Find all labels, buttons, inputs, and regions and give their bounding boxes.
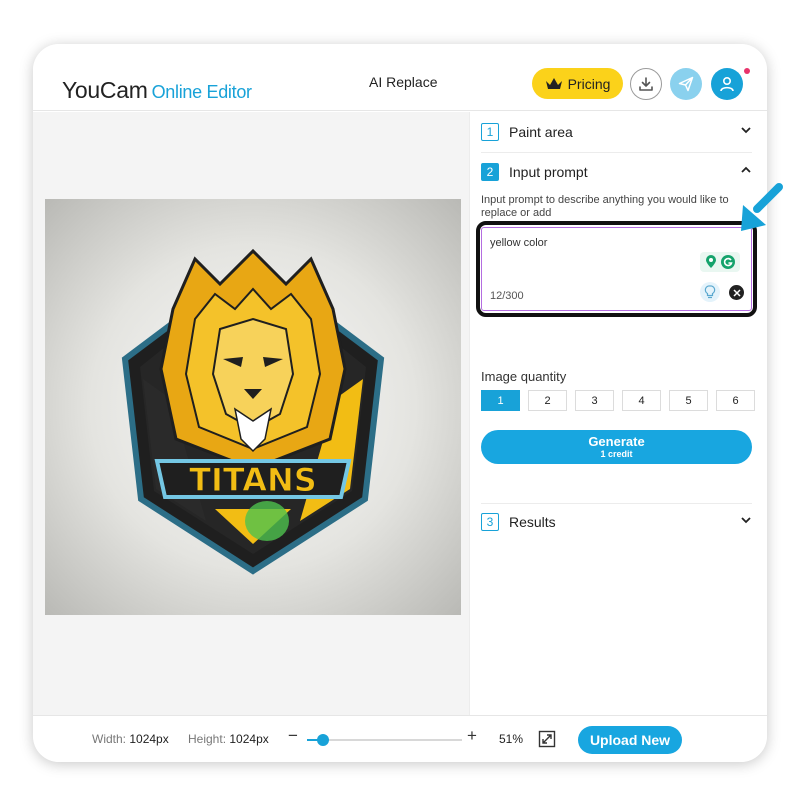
lightbulb-icon: [704, 285, 716, 299]
divider: [481, 152, 752, 153]
width-value: 1024px: [129, 732, 169, 746]
width-label: Width:: [92, 732, 127, 746]
canvas-area: TITANS: [33, 112, 469, 715]
header: YouCam Online Editor AI Replace Pricing: [33, 44, 767, 111]
width-info: Width: 1024px: [92, 732, 169, 746]
logo-subtitle: Online Editor: [151, 82, 252, 102]
close-icon: [732, 288, 741, 297]
zoom-percentage: 51%: [499, 732, 524, 746]
crown-icon: [545, 78, 562, 89]
send-icon: [678, 76, 694, 92]
account-button[interactable]: [711, 68, 743, 100]
pricing-label: Pricing: [567, 75, 611, 92]
zoom-out-button[interactable]: −: [288, 726, 298, 746]
pricing-button[interactable]: Pricing: [532, 68, 623, 99]
download-button[interactable]: [630, 68, 662, 100]
grammar-assistant[interactable]: [700, 252, 740, 272]
edited-image[interactable]: TITANS: [45, 199, 461, 615]
prompt-textarea[interactable]: yellow color 12/300: [481, 227, 752, 311]
section-label: Paint area: [509, 124, 573, 140]
height-value: 1024px: [229, 732, 269, 746]
divider: [481, 503, 752, 504]
tool-title: AI Replace: [369, 74, 438, 90]
generate-credit: 1 credit: [600, 449, 633, 459]
app-window: YouCamOnline Editor AI Replace Pricing: [33, 44, 767, 762]
quantity-option-6[interactable]: 6: [716, 390, 755, 411]
quantity-label: Image quantity: [481, 369, 567, 384]
quantity-option-2[interactable]: 2: [528, 390, 567, 411]
settings-panel: 1 Paint area 2 Input prompt Input prompt…: [469, 112, 767, 715]
zoom-slider-handle[interactable]: [316, 734, 329, 746]
step-number: 2: [481, 163, 499, 181]
generate-button[interactable]: Generate 1 credit: [481, 430, 752, 464]
chevron-up-icon: [741, 166, 751, 173]
section-input-prompt[interactable]: 2 Input prompt: [481, 162, 752, 182]
lion-logo-image: TITANS: [121, 248, 385, 575]
step-number: 1: [481, 123, 499, 141]
pointer-arrow-icon: [741, 183, 783, 231]
quantity-option-5[interactable]: 5: [669, 390, 708, 411]
section-label: Input prompt: [509, 164, 588, 180]
chevron-down-icon: [741, 127, 751, 134]
notification-dot: [744, 68, 750, 74]
prompt-value: yellow color: [490, 237, 548, 249]
clear-prompt-button[interactable]: [729, 285, 744, 300]
logo[interactable]: YouCam Online Editor: [62, 77, 252, 104]
height-info: Height: 1024px: [188, 732, 269, 746]
prompt-suggest-button[interactable]: [700, 282, 720, 302]
character-count: 12/300: [490, 290, 524, 302]
pin-icon: [706, 255, 716, 268]
chevron-down-icon: [741, 517, 751, 524]
section-results[interactable]: 3 Results: [481, 512, 752, 532]
logo-brand: YouCam: [62, 77, 148, 103]
download-icon: [639, 77, 653, 91]
step-number: 3: [481, 513, 499, 531]
upload-new-button[interactable]: Upload New: [578, 726, 682, 754]
share-button[interactable]: [670, 68, 702, 100]
zoom-in-button[interactable]: +: [467, 726, 477, 746]
grammarly-icon: [721, 255, 735, 269]
quantity-option-4[interactable]: 4: [622, 390, 661, 411]
quantity-option-1[interactable]: 1: [481, 390, 520, 411]
user-icon: [720, 76, 734, 92]
zoom-slider[interactable]: [307, 734, 462, 746]
prompt-description: Input prompt to describe anything you wo…: [481, 194, 729, 219]
banner-text: TITANS: [189, 461, 317, 499]
quantity-option-3[interactable]: 3: [575, 390, 614, 411]
height-label: Height:: [188, 732, 227, 746]
section-paint-area[interactable]: 1 Paint area: [481, 122, 752, 142]
fit-screen-icon[interactable]: [538, 730, 556, 748]
generate-label: Generate: [588, 434, 645, 449]
quantity-options: 1 2 3 4 5 6: [481, 390, 755, 411]
footer-toolbar: Width: 1024px Height: 1024px − + 51% Upl…: [33, 715, 767, 762]
section-label: Results: [509, 514, 556, 530]
